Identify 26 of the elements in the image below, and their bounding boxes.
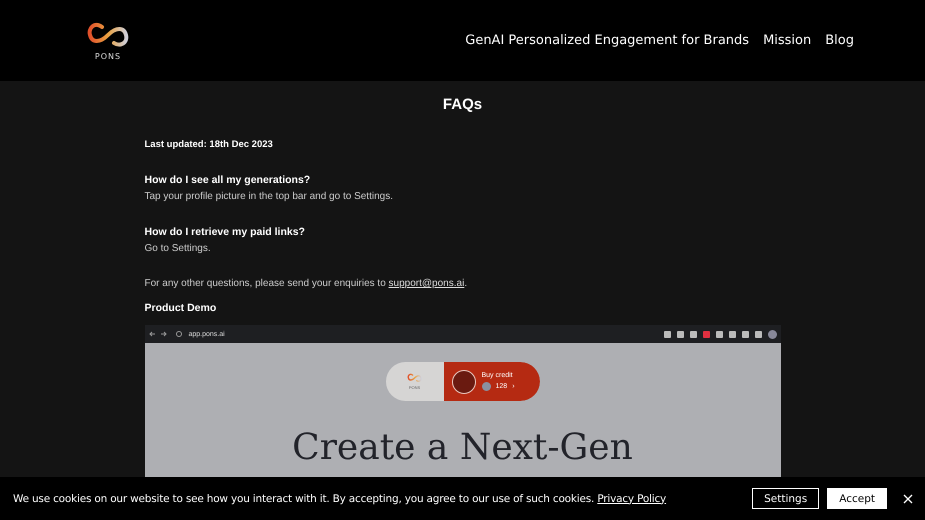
contact-text: For any other questions, please send your enquiries to support@pons.ai. (144, 278, 468, 289)
coin-icon (482, 382, 490, 391)
profile-avatar-icon (768, 330, 776, 338)
headline: Create a Next-Gen (292, 427, 633, 468)
accept-button[interactable]: Accept (827, 488, 887, 509)
navigation-icon (148, 330, 182, 338)
logo-text: PONS (94, 52, 122, 60)
close-button[interactable] (903, 494, 913, 504)
email-link[interactable]: support@pons.ai (388, 278, 464, 289)
last-updated: Last updated: 18th Dec 2023 (144, 139, 274, 150)
section-heading: Product Demo (144, 302, 216, 314)
avatar (452, 370, 476, 394)
settings-button[interactable]: Settings (752, 488, 820, 509)
faq-question: How do I retrieve my paid links? (144, 226, 305, 238)
privacy-link[interactable]: Privacy Policy (597, 492, 666, 504)
infinity-logo-icon (86, 20, 130, 48)
nav-link[interactable]: Mission (763, 33, 812, 48)
faq-answer: Tap your profile picture in the top bar and go to Settings. (144, 191, 393, 202)
close-icon (903, 494, 913, 504)
nav-link[interactable]: GenAI Personalized Engagement for Brands (465, 33, 750, 48)
nav-link[interactable]: Blog (825, 33, 854, 48)
faq-question: How do I see all my generations? (144, 174, 310, 186)
infinity-logo-icon (406, 373, 422, 383)
cookie-text: We use cookies on our website to see how you interact with it. By accepting, you agree to our use of such cookies. Privacy Policy (13, 492, 668, 504)
page-title: FAQs (442, 96, 484, 113)
faq-answer: Go to Settings. (144, 243, 211, 254)
